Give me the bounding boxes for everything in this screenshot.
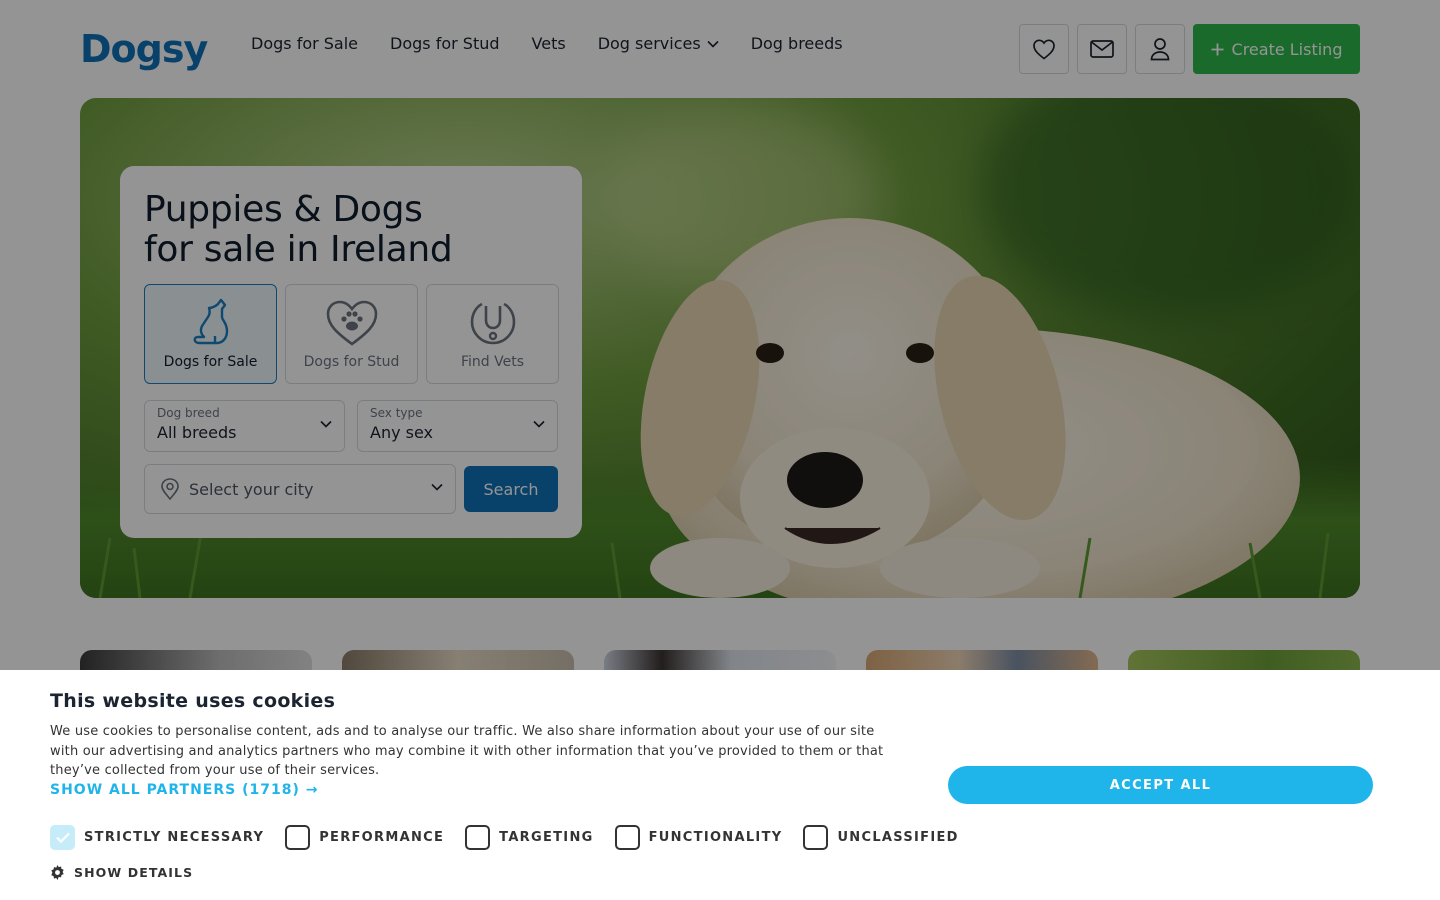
cookie-checkbox[interactable] — [285, 825, 311, 850]
gear-icon — [51, 865, 64, 880]
cookie-option-label: TARGETING — [499, 830, 594, 845]
accept-all-button[interactable]: ACCEPT ALL — [948, 766, 1373, 804]
cookie-option-strictly-necessary[interactable]: STRICTLY NECESSARY — [50, 825, 264, 850]
checkmark-icon — [55, 832, 70, 843]
cookie-option-label: PERFORMANCE — [319, 830, 445, 845]
cookie-title: This website uses cookies — [50, 690, 336, 712]
cookie-banner: This website uses cookies We use cookies… — [0, 670, 1440, 900]
show-details-toggle[interactable]: SHOW DETAILS — [50, 865, 193, 880]
cookie-option-performance[interactable]: PERFORMANCE — [285, 825, 444, 850]
cookie-option-label: UNCLASSIFIED — [837, 830, 959, 845]
cookie-category-list: STRICTLY NECESSARY PERFORMANCE TARGETING… — [50, 825, 980, 850]
cookie-option-label: FUNCTIONALITY — [648, 830, 783, 845]
cookie-option-targeting[interactable]: TARGETING — [465, 825, 593, 850]
cookie-checkbox[interactable] — [614, 825, 640, 850]
cookie-option-functionality[interactable]: FUNCTIONALITY — [614, 825, 783, 850]
cookie-option-label: STRICTLY NECESSARY — [84, 830, 265, 845]
cookie-checkbox[interactable] — [50, 825, 75, 850]
cookie-checkbox[interactable] — [803, 825, 829, 850]
show-all-partners-link[interactable]: SHOW ALL PARTNERS (1718) → — [50, 782, 318, 798]
show-details-label: SHOW DETAILS — [74, 865, 194, 880]
cookie-option-unclassified[interactable]: UNCLASSIFIED — [803, 825, 958, 850]
cookie-checkbox[interactable] — [465, 825, 491, 850]
cookie-description: We use cookies to personalise content, a… — [50, 724, 884, 779]
